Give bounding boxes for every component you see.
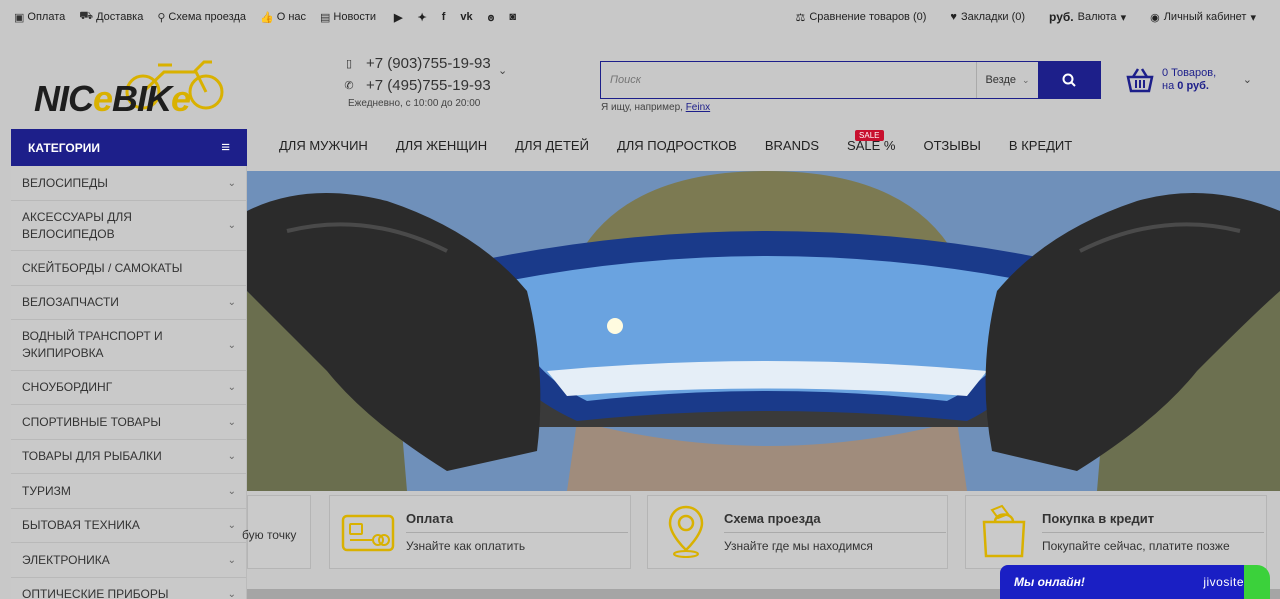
chevron-down-icon: ⌄ — [227, 416, 236, 428]
search-scope-dropdown[interactable]: Везде ⌄ — [976, 62, 1038, 98]
categories-list: ВЕЛОСИПЕДЫ ⌄ АКСЕССУАРЫ ДЛЯ ВЕЛОСИПЕДОВ ⌄ … — [11, 166, 247, 599]
chevron-down-icon: ⌄ — [1242, 74, 1252, 86]
cart[interactable]: 0 Товаров, на 0 руб. ⌄ — [1126, 63, 1256, 97]
phone-mobile[interactable]: ▯ +7 (903)755-19-93 — [342, 52, 491, 74]
category-item[interactable]: ОПТИЧЕСКИЕ ПРИБОРЫ ⌄ — [11, 578, 246, 599]
odnoklassniki-icon[interactable]: ꙩ — [488, 11, 495, 24]
hero-banner[interactable] — [247, 171, 1280, 491]
search-hint-link[interactable]: Feinx — [686, 102, 710, 113]
online-indicator — [1244, 565, 1270, 599]
category-item[interactable]: ВЕЛОЗАПЧАСТИ ⌄ — [11, 286, 246, 320]
shopping-bag-icon — [974, 502, 1034, 562]
search-bar: Везде⌄ — [600, 61, 1101, 99]
nav-kids[interactable]: ДЛЯ ДЕТЕЙ — [501, 138, 603, 153]
thumbs-up-icon: 👍 — [260, 11, 274, 24]
youtube-icon[interactable]: ▶ — [394, 11, 402, 24]
logo-text: NICeBIKe — [34, 78, 191, 119]
main-nav: ДЛЯ МУЖЧИН ДЛЯ ЖЕНЩИН ДЛЯ ДЕТЕЙ ДЛЯ ПОДР… — [265, 129, 1086, 161]
cart-summary: 0 Товаров, на 0 руб. — [1162, 67, 1217, 92]
info-box-directions[interactable]: Схема проезда Узнайте где мы находимся — [647, 495, 948, 569]
currency-dropdown[interactable]: руб. Валюта ▾ — [1049, 10, 1126, 24]
truck-icon: ⛟ — [79, 10, 94, 22]
chevron-down-icon: ⌄ — [1022, 74, 1030, 85]
category-item[interactable]: БЫТОВАЯ ТЕХНИКА ⌄ — [11, 509, 246, 543]
category-item[interactable]: СКЕЙТБОРДЫ / САМОКАТЫ — [11, 251, 246, 286]
info-box-pickup[interactable]: бую точку — [242, 495, 311, 569]
working-hours: Ежедневно, с 10:00 до 20:00 — [348, 98, 481, 109]
nav-credit[interactable]: В КРЕДИТ — [995, 138, 1086, 153]
caret-down-icon: ▾ — [1120, 11, 1127, 24]
vk-icon[interactable]: vk — [460, 11, 472, 24]
phones-chevron-down-icon[interactable]: ⌄ — [498, 64, 507, 77]
top-links: ▣ Оплата ⛟ Доставка ⚲ Схема проезда 👍 О нас … — [0, 10, 516, 24]
nav-reviews[interactable]: ОТЗЫВЫ — [909, 138, 994, 153]
social-links: ▶ ✦ f vk ꙩ ◙ — [394, 11, 516, 24]
mobile-phone-icon: ▯ — [345, 57, 353, 70]
chevron-down-icon: ⌄ — [227, 382, 236, 393]
basket-icon — [1126, 68, 1154, 93]
search-icon — [1062, 73, 1076, 87]
top-link-payment[interactable]: ▣ Оплата — [14, 11, 65, 24]
nav-brands[interactable]: BRANDS — [751, 138, 833, 153]
hero-image — [247, 171, 1280, 491]
category-item[interactable]: ЭЛЕКТРОНИКА ⌄ — [11, 543, 246, 578]
search-input[interactable] — [601, 62, 976, 98]
hamburger-icon: ≡ — [221, 139, 230, 156]
nav-sale[interactable]: SALE % SALE — [833, 129, 909, 153]
phones: ▯ +7 (903)755-19-93 ✆ +7 (495)755-19-93 Еж… — [342, 52, 491, 110]
logo[interactable]: NICeBIKe — [34, 50, 234, 120]
category-item[interactable]: ВОДНЫЙ ТРАНСПОРТ И ЭКИПИРОВКА ⌄ — [11, 320, 246, 371]
chat-widget[interactable]: Мы онлайн! jivosite — [1000, 565, 1270, 599]
info-box-payment[interactable]: Оплата Узнайте как оплатить — [329, 495, 631, 569]
chevron-down-icon: ⌄ — [227, 520, 236, 531]
info-box-credit[interactable]: Покупка в кредит Покупайте сейчас, плати… — [965, 495, 1267, 569]
twitter-icon[interactable]: ✦ — [417, 11, 426, 24]
caret-down-icon: ▾ — [1250, 11, 1256, 24]
page: ▣ Оплата ⛟ Доставка ⚲ Схема проезда 👍 О нас … — [0, 0, 1280, 599]
facebook-icon[interactable]: f — [442, 11, 446, 24]
top-link-about[interactable]: 👍 О нас — [260, 11, 306, 24]
top-right: ⚖ Сравнение товаров (0) ♥ Закладки (0) руб… — [795, 0, 1256, 34]
category-item[interactable]: ВЕЛОСИПЕДЫ ⌄ — [11, 166, 246, 201]
chevron-down-icon: ⌄ — [227, 554, 236, 566]
top-bar: ▣ Оплата ⛟ Доставка ⚲ Схема проезда 👍 О нас … — [0, 0, 1280, 34]
category-item[interactable]: ТОВАРЫ ДЛЯ РЫБАЛКИ ⌄ — [11, 440, 246, 474]
sale-badge: SALE — [855, 129, 884, 141]
search-hint: Я ищу, например, Feinx — [601, 102, 711, 113]
category-item[interactable]: ТУРИЗМ ⌄ — [11, 474, 246, 509]
location-pin-icon — [656, 502, 716, 562]
chevron-down-icon: ⌄ — [227, 297, 236, 308]
chevron-down-icon: ⌄ — [227, 451, 236, 462]
compare-link[interactable]: ⚖ Сравнение товаров (0) — [795, 11, 926, 24]
chevron-down-icon: ⌄ — [227, 177, 236, 189]
categories-header[interactable]: КАТЕГОРИИ ≡ — [11, 129, 247, 166]
jivosite-logo: jivosite — [1203, 575, 1244, 589]
nav-women[interactable]: ДЛЯ ЖЕНЩИН — [382, 138, 501, 153]
scales-icon: ⚖ — [795, 11, 806, 24]
category-item[interactable]: СНОУБОРДИНГ ⌄ — [11, 371, 246, 405]
nav-men[interactable]: ДЛЯ МУЖЧИН — [265, 138, 382, 153]
top-link-delivery[interactable]: ⛟ Доставка — [79, 10, 143, 24]
credit-card-icon — [338, 502, 398, 562]
payment-icon: ▣ — [14, 11, 25, 24]
heart-icon: ♥ — [950, 11, 957, 23]
top-link-news[interactable]: ▤ Новости — [320, 11, 376, 24]
account-dropdown[interactable]: ◉ Личный кабинет ▾ — [1150, 11, 1256, 24]
map-pin-icon: ⚲ — [157, 11, 166, 24]
instagram-icon[interactable]: ◙ — [509, 11, 516, 24]
chevron-down-icon: ⌄ — [227, 220, 236, 231]
category-item[interactable]: АКСЕССУАРЫ ДЛЯ ВЕЛОСИПЕДОВ ⌄ — [11, 201, 246, 251]
chevron-down-icon: ⌄ — [227, 485, 236, 497]
user-icon: ◉ — [1150, 11, 1160, 24]
phone-landline[interactable]: ✆ +7 (495)755-19-93 — [342, 74, 490, 96]
search-button[interactable] — [1038, 62, 1100, 98]
top-link-directions[interactable]: ⚲ Схема проезда — [157, 11, 246, 24]
phone-icon: ✆ — [344, 79, 354, 92]
chevron-down-icon: ⌄ — [227, 339, 236, 351]
chevron-down-icon: ⌄ — [227, 589, 236, 599]
category-item[interactable]: СПОРТИВНЫЕ ТОВАРЫ ⌄ — [11, 405, 246, 440]
nav-teens[interactable]: ДЛЯ ПОДРОСТКОВ — [603, 138, 751, 153]
news-icon: ▤ — [320, 11, 331, 24]
bookmarks-link[interactable]: ♥ Закладки (0) — [950, 11, 1025, 23]
